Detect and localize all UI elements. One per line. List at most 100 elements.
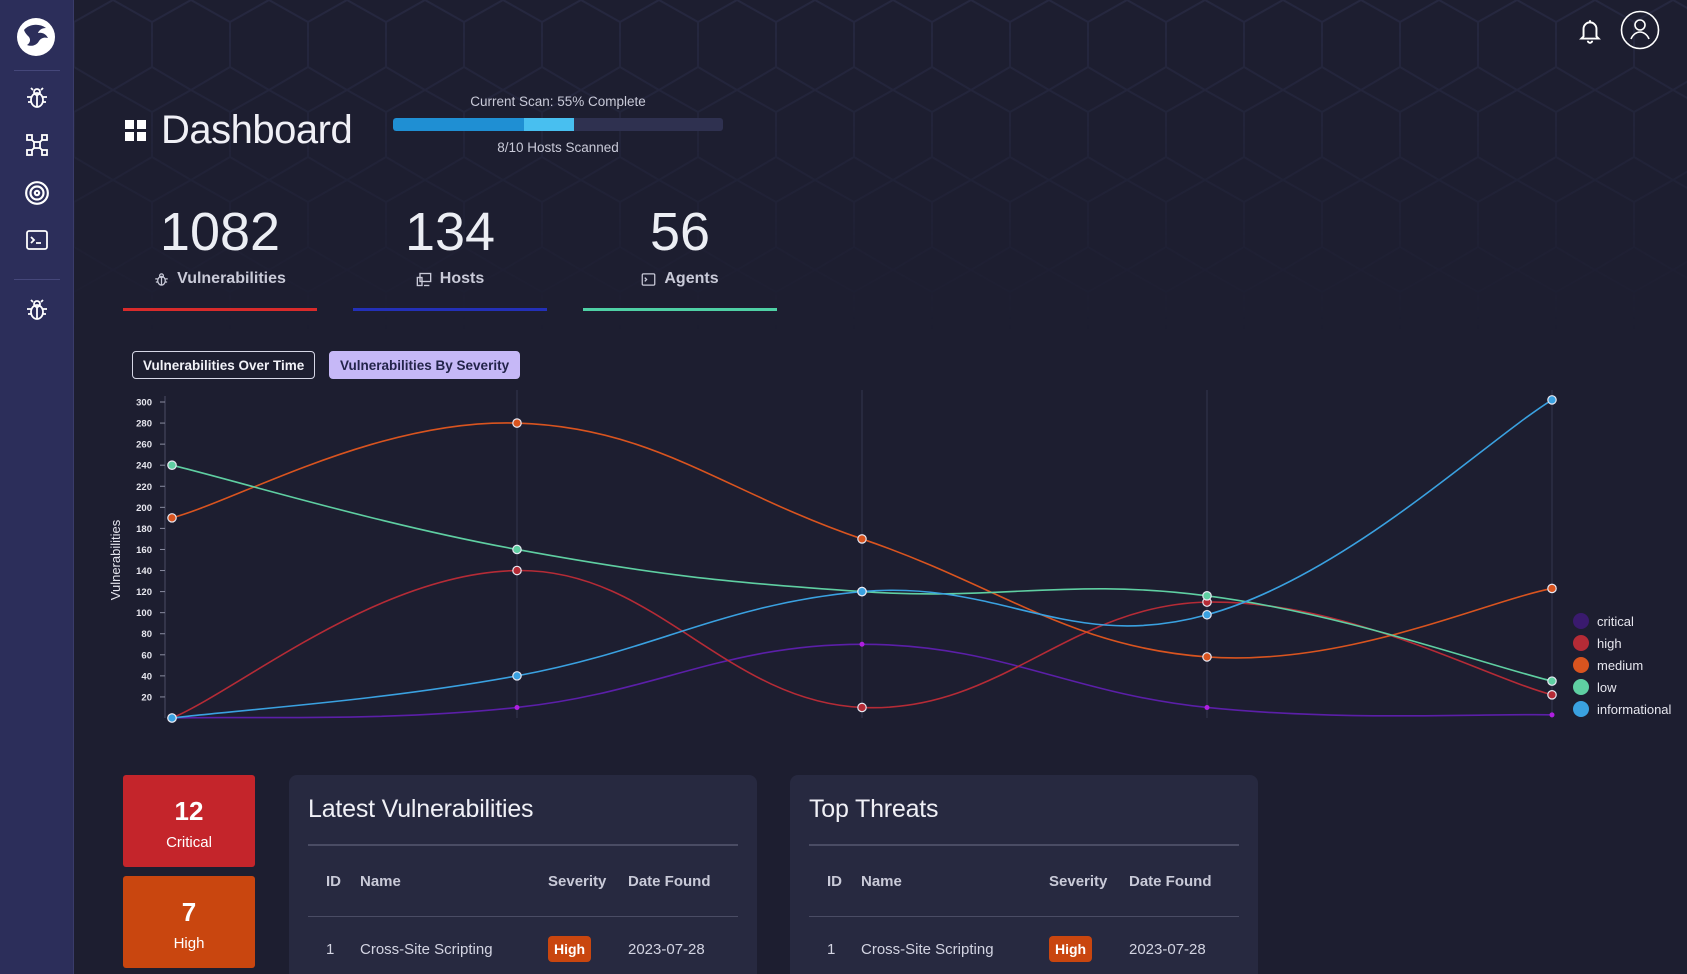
legend-item[interactable]: high (1573, 632, 1671, 654)
sidebar-separator (14, 70, 60, 71)
y-tick-label: 80 (141, 629, 152, 640)
legend-item[interactable]: medium (1573, 654, 1671, 676)
data-point-critical (859, 641, 865, 647)
y-axis-label: Vulnerabilities (108, 519, 123, 600)
column-header-id[interactable]: ID (308, 846, 360, 916)
data-point-critical (514, 704, 520, 710)
sidebar-target[interactable] (22, 178, 52, 208)
cell-date: 2023-07-28 (628, 940, 705, 958)
stat-value: 56 (649, 202, 711, 262)
latest-vulnerabilities-table: ID Name Severity Date Found (308, 846, 738, 916)
column-header-date[interactable]: Date Found (628, 846, 738, 916)
chart-legend: critical high medium low informational (1573, 610, 1671, 720)
y-tick-label: 40 (141, 671, 152, 682)
scan-progress-fill-active (523, 118, 575, 131)
notifications-bell-icon[interactable] (1577, 17, 1603, 50)
y-tick-label: 260 (136, 440, 152, 451)
cell-name: Cross-Site Scripting (360, 940, 493, 958)
legend-swatch (1573, 613, 1589, 629)
column-header-name[interactable]: Name (360, 846, 548, 916)
legend-item[interactable]: low (1573, 676, 1671, 698)
column-header-id[interactable]: ID (809, 846, 861, 916)
data-point-high (857, 702, 867, 713)
stat-agents[interactable]: 56 Agents (583, 200, 777, 311)
sidebar-vulnerabilities[interactable] (22, 83, 52, 113)
top-threats-table: ID Name Severity Date Found (809, 846, 1239, 916)
data-point-high (1547, 690, 1557, 700)
data-point-informational (167, 713, 177, 723)
tab-vulnerabilities-by-severity[interactable]: Vulnerabilities By Severity (329, 351, 521, 379)
legend-item[interactable]: critical (1573, 610, 1671, 632)
scan-label: Current Scan: 55% Complete (470, 94, 646, 109)
dashboard-grid-icon (125, 119, 146, 141)
table-header-row: ID Name Severity Date Found (308, 846, 738, 916)
y-tick-label: 240 (136, 461, 152, 472)
legend-item[interactable]: informational (1573, 698, 1671, 720)
column-header-name[interactable]: Name (861, 846, 1049, 916)
stat-underline (353, 308, 547, 311)
data-point-high (512, 565, 522, 576)
target-icon (25, 181, 49, 205)
data-point-critical (1204, 704, 1210, 710)
terminal-icon (26, 230, 48, 250)
panel-title: Latest Vulnerabilities (308, 795, 534, 823)
legend-label: medium (1597, 657, 1644, 673)
legend-label: high (1597, 635, 1622, 651)
tab-vulnerabilities-over-time[interactable]: Vulnerabilities Over Time (132, 351, 316, 379)
cell-id: 1 (326, 940, 335, 958)
data-point-informational (1202, 609, 1212, 620)
scan-progress-bar (393, 118, 723, 131)
column-header-severity[interactable]: Severity (548, 846, 628, 916)
table-row[interactable]: 1 Cross-Site Scripting High 2023-07-28 (308, 917, 738, 974)
y-tick-label: 20 (141, 692, 152, 703)
stat-label: Agents (664, 270, 719, 287)
sidebar-terminal[interactable] (22, 225, 52, 255)
y-tick-label: 100 (136, 608, 152, 619)
logo-icon[interactable] (15, 16, 57, 58)
top-threats-body: 1 Cross-Site Scripting High 2023-07-28 (809, 917, 1239, 974)
cell-date: 2023-07-28 (1129, 940, 1206, 958)
data-point-informational (512, 671, 522, 681)
sidebar (0, 0, 74, 974)
sidebar-network[interactable] (22, 130, 52, 160)
severity-label: Critical (166, 834, 212, 851)
y-tick-label: 280 (136, 419, 152, 430)
stat-hosts[interactable]: 134 Hosts (353, 200, 547, 311)
y-tick-label: 120 (136, 587, 152, 598)
severity-badge: High (1049, 936, 1093, 962)
legend-swatch (1573, 635, 1589, 651)
column-header-date[interactable]: Date Found (1129, 846, 1239, 916)
scan-progress: Current Scan: 55% Complete 8/10 Hosts Sc… (393, 94, 723, 155)
y-tick-label: 160 (136, 545, 152, 556)
severity-card-high[interactable]: 7 High (123, 876, 255, 968)
legend-swatch (1573, 701, 1589, 717)
y-tick-label: 180 (136, 524, 152, 535)
legend-label: critical (1597, 613, 1634, 629)
bug-icon (27, 299, 47, 320)
data-point-medium (1202, 652, 1212, 662)
bug-icon (155, 272, 168, 286)
stat-value: 134 (404, 202, 496, 262)
data-point-low (1202, 591, 1212, 601)
sidebar-bug-alt[interactable] (22, 295, 52, 325)
severity-count: 7 (181, 897, 197, 927)
cell-id: 1 (827, 940, 836, 958)
user-avatar-icon[interactable] (1620, 10, 1660, 55)
data-point-medium (512, 418, 522, 428)
network-icon (26, 134, 48, 156)
data-point-low (512, 544, 522, 555)
stat-vulnerabilities[interactable]: 1082 Vulnerabilities (123, 200, 317, 311)
legend-swatch (1573, 679, 1589, 695)
table-row[interactable]: 1 Cross-Site Scripting High 2023-07-28 (809, 917, 1239, 974)
severity-card-critical[interactable]: 12 Critical (123, 775, 255, 867)
sidebar-separator (14, 279, 60, 280)
stat-underline (583, 308, 777, 311)
data-point-informational (857, 586, 867, 597)
host-devices-icon (416, 272, 432, 286)
y-tick-label: 60 (141, 650, 152, 661)
page-title: Dashboard (125, 108, 353, 153)
y-tick-label: 300 (136, 398, 152, 409)
column-header-severity[interactable]: Severity (1049, 846, 1129, 916)
severity-badge: High (548, 936, 592, 962)
cell-name: Cross-Site Scripting (861, 940, 994, 958)
